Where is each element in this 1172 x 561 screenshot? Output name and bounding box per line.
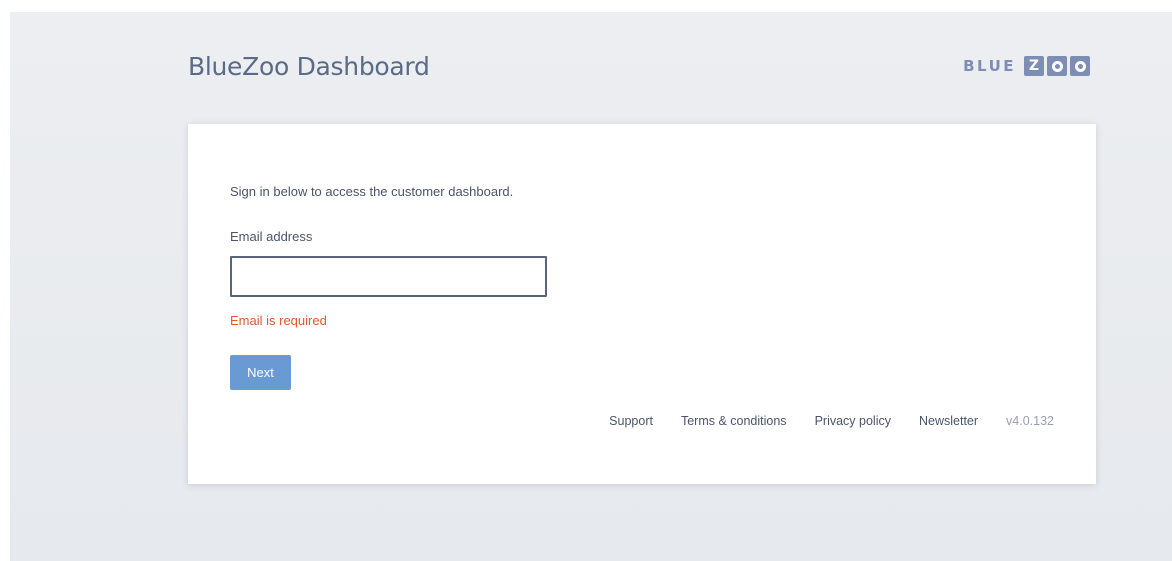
terms-link[interactable]: Terms & conditions	[681, 414, 787, 428]
newsletter-link[interactable]: Newsletter	[919, 414, 978, 428]
sign-in-intro: Sign in below to access the customer das…	[230, 184, 514, 199]
bluezoo-logo: BLUE Z	[963, 56, 1090, 76]
page-title: BlueZoo Dashboard	[188, 52, 430, 81]
email-error-message: Email is required	[230, 313, 327, 328]
page-header: BlueZoo Dashboard BLUE Z	[188, 50, 1090, 90]
support-link[interactable]: Support	[609, 414, 653, 428]
privacy-link[interactable]: Privacy policy	[815, 414, 891, 428]
email-input[interactable]	[230, 256, 547, 297]
app-viewport: BlueZoo Dashboard BLUE Z Sign in below t…	[10, 12, 1172, 561]
logo-text: BLUE	[963, 57, 1016, 75]
email-label: Email address	[230, 229, 313, 244]
sign-in-card: Sign in below to access the customer das…	[188, 124, 1096, 484]
logo-letter-z: Z	[1024, 56, 1044, 76]
footer-links: Support Terms & conditions Privacy polic…	[609, 414, 1054, 428]
next-button[interactable]: Next	[230, 355, 291, 390]
version-label: v4.0.132	[1006, 414, 1054, 428]
logo-letter-o-icon	[1047, 56, 1067, 76]
logo-letter-o-icon	[1070, 56, 1090, 76]
